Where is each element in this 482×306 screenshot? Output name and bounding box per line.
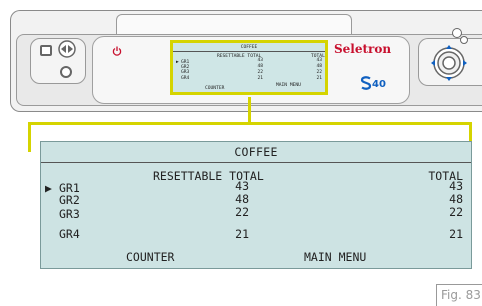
left-right-arrows-icon[interactable] xyxy=(57,38,77,60)
counter-display: COFFEE RESETTABLE TOTAL TOTAL ▶ GR1 43 4… xyxy=(40,141,472,269)
square-key[interactable] xyxy=(40,45,52,56)
mini-display: COFFEE RESETTABLE TOTAL TOTAL ▶ GR1 43 4… xyxy=(170,40,328,95)
mini-cursor: ▶ xyxy=(176,60,179,65)
row-total-value: 48 xyxy=(449,192,463,206)
row-total-value: 43 xyxy=(449,179,463,193)
footer-counter[interactable]: COUNTER xyxy=(126,251,174,263)
mini-footer-main-menu: MAIN MENU xyxy=(276,83,301,88)
mini-row-total: 22 xyxy=(316,70,322,75)
cup-slot xyxy=(116,14,352,34)
figure-label: Fig. 83 xyxy=(436,284,482,306)
row-total-value: 21 xyxy=(449,227,463,241)
mini-row-total: 48 xyxy=(316,64,322,69)
row-total-value: 22 xyxy=(449,205,463,219)
row-cursor: ▶ xyxy=(45,181,52,195)
callout-line xyxy=(28,122,472,125)
round-key[interactable] xyxy=(60,66,72,78)
mini-row-resettable: 48 xyxy=(257,64,263,69)
mini-row-resettable: 22 xyxy=(257,70,263,75)
row-resettable-value: 21 xyxy=(235,227,249,241)
mini-row-label: GR4 xyxy=(181,76,190,81)
mini-row-resettable: 21 xyxy=(257,76,263,81)
mini-row-total: 43 xyxy=(316,58,322,63)
row-resettable-value: 43 xyxy=(235,179,249,193)
small-round-key[interactable] xyxy=(460,36,468,44)
mini-row-label: GR3 xyxy=(181,70,190,75)
mini-footer-counter: COUNTER xyxy=(205,86,225,91)
display-title: COFFEE xyxy=(234,145,278,159)
footer-main-menu[interactable]: MAIN MENU xyxy=(304,251,366,263)
power-icon[interactable] xyxy=(112,46,122,56)
mini-row-total: 21 xyxy=(316,76,322,81)
callout-line xyxy=(248,97,251,123)
mini-title-rule xyxy=(173,51,325,52)
row-label: GR3 xyxy=(59,207,80,221)
model-number: 40 xyxy=(372,79,386,90)
display-title-rule xyxy=(41,162,471,163)
row-label: GR4 xyxy=(59,227,80,241)
brand-logo: Seletron xyxy=(334,42,392,56)
brand-s-icon xyxy=(360,76,372,90)
dpad-icon[interactable] xyxy=(426,40,472,86)
row-label: GR2 xyxy=(59,193,80,207)
callout-line xyxy=(28,122,31,152)
mini-row-resettable: 43 xyxy=(257,58,263,63)
row-resettable-value: 48 xyxy=(235,192,249,206)
mini-title: COFFEE xyxy=(240,45,258,50)
row-resettable-value: 22 xyxy=(235,205,249,219)
